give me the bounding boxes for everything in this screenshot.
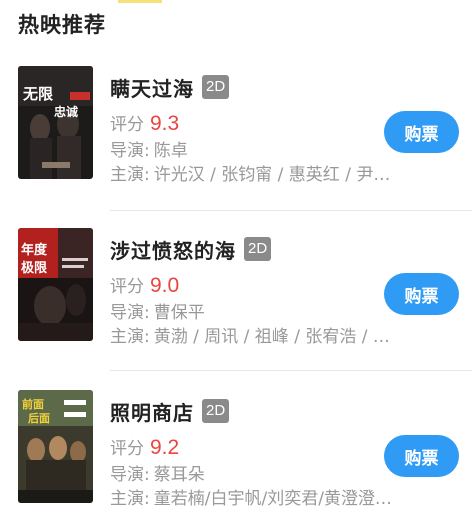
buy-ticket-button[interactable]: 购票 [384,273,459,315]
movie-title[interactable]: 瞒天过海 [110,73,194,102]
buy-ticket-button[interactable]: 购票 [384,435,459,477]
cast-row: 主演: 黄渤 / 周讯 / 祖峰 / 张宥浩 / … [110,326,455,348]
movie-title-row: 照明商店 2D [110,396,230,426]
cast-row: 主演: 童若楠/白宇帆/刘奕君/黄澄澄… [110,488,455,510]
score-label: 评分 [110,277,144,297]
buy-ticket-button[interactable]: 购票 [384,111,459,153]
movie-title-row: 涉过愤怒的海 2D [110,234,272,264]
score-value: 9.0 [150,274,180,297]
format-badge: 2D [202,75,230,99]
movie-title[interactable]: 涉过愤怒的海 [110,235,236,264]
poster-image: 前面 后面 [18,390,93,503]
score-row: 评分 9.2 [110,434,179,460]
director-name: 曹保平 [153,303,205,323]
cast-row: 主演: 许光汉 / 张钧甯 / 惠英红 / 尹… [110,164,455,186]
movie-poster[interactable]: 前面 后面 [18,390,93,503]
movie-poster[interactable]: 年度 极限 [18,228,93,341]
movie-card[interactable]: 前面 后面 照明商店 2D 评分 9.2 导演: 蔡耳朵 主演: 童若楠/白宇帆/刘… [0,390,472,530]
movie-title-row: 瞒天过海 2D [110,72,230,102]
score-row: 评分 9.0 [110,272,179,298]
movie-poster[interactable]: 无限 忠诚 [18,66,93,179]
score-label: 评分 [110,115,144,135]
director-name: 陈卓 [153,141,188,161]
section-title: 热映推荐 [18,13,106,37]
divider [110,210,472,211]
cast-names: 许光汉 / 张钧甯 / 惠英红 / 尹… [153,165,391,185]
cast-label: 主演: [110,489,150,509]
poster-subtitle-text: 忠诚 [54,104,78,119]
top-accent-stripe [118,0,162,3]
format-badge: 2D [244,237,272,261]
director-label: 导演: [110,465,150,485]
poster-title-text: 无限 [22,85,53,103]
score-label: 评分 [110,439,144,459]
director-name: 蔡耳朵 [153,465,205,485]
poster-image: 无限 忠诚 [18,66,93,179]
divider [110,370,472,371]
score-row: 评分 9.3 [110,110,179,136]
score-value: 9.3 [150,112,180,135]
director-row: 导演: 蔡耳朵 [110,464,205,486]
poster-subtitle-text: 极限 [21,260,48,276]
cast-label: 主演: [110,165,150,185]
director-row: 导演: 陈卓 [110,140,188,162]
format-badge: 2D [202,399,230,423]
director-label: 导演: [110,303,150,323]
director-row: 导演: 曹保平 [110,302,205,324]
poster-subtitle-text: 后面 [28,411,50,425]
movie-card[interactable]: 无限 忠诚 瞒天过海 2D 评分 9.3 导演: 陈卓 主演: 许光汉 / 张钧甯 … [0,66,472,206]
poster-image: 年度 极限 [18,228,93,341]
cast-label: 主演: [110,327,150,347]
poster-title-text: 前面 [22,397,44,411]
director-label: 导演: [110,141,150,161]
cast-names: 童若楠/白宇帆/刘奕君/黄澄澄… [153,489,392,509]
movie-card[interactable]: 年度 极限 涉过愤怒的海 2D 评分 9.0 导演: 曹保平 主演: 黄渤 / 周讯… [0,228,472,368]
poster-title-text: 年度 [21,242,48,258]
movie-title[interactable]: 照明商店 [110,397,194,426]
cast-names: 黄渤 / 周讯 / 祖峰 / 张宥浩 / … [153,327,390,347]
score-value: 9.2 [150,436,180,459]
